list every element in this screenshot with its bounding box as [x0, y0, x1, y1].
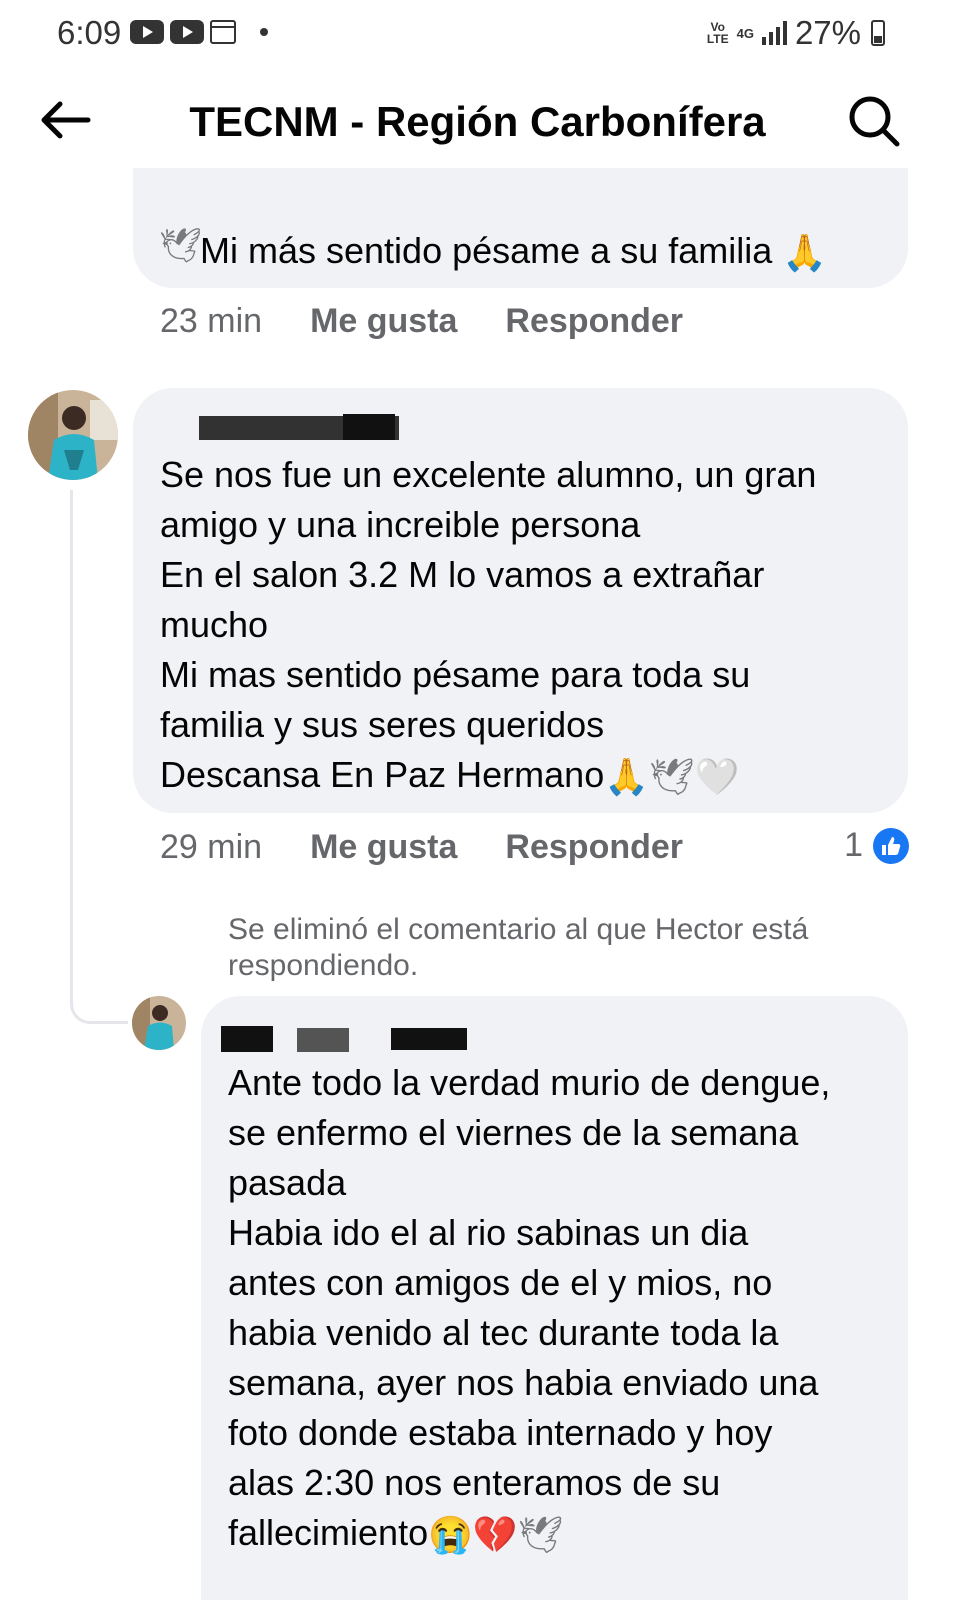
redacted-author-name [391, 1028, 467, 1050]
avatar[interactable] [28, 390, 118, 480]
praying-hands-icon: 🙏 [604, 756, 650, 798]
more-notifications-dot [260, 28, 268, 36]
praying-hands-icon: 🙏 [782, 232, 828, 274]
page-title: TECNM - Región Carbonífera [189, 98, 766, 145]
comment-bubble: Se nos fue un excelente alumno, un gran … [133, 388, 908, 813]
redacted-author-name [297, 1028, 349, 1052]
app-header-overlay: TECNM - Región Carbonífera [0, 80, 955, 160]
volte-icon: Vo LTE [706, 20, 729, 46]
comment-actions: 23 min Me gusta Responder [160, 302, 683, 341]
reply-bubble: Ante todo la verdad murio de dengue, se … [201, 996, 908, 1600]
search-icon [849, 96, 900, 147]
signal-icon [761, 21, 787, 45]
calendar-icon [210, 20, 236, 44]
comment-time: 23 min [160, 302, 263, 340]
battery-icon [871, 20, 885, 46]
like-count-number: 1 [844, 826, 863, 864]
comment-actions: 29 min Me gusta Responder [160, 828, 683, 867]
reply-button[interactable]: Responder [505, 302, 683, 341]
redacted-author-name [343, 414, 395, 440]
status-bar: 6:09 Vo LTE 4G 27% [0, 0, 955, 72]
network-type: 4G [736, 25, 754, 41]
comment-time: 29 min [160, 828, 263, 866]
youtube-icon [130, 20, 164, 44]
broken-heart-icon: 💔 [472, 1514, 518, 1556]
system-icons: Vo LTE 4G 27% [707, 14, 885, 52]
white-heart-icon: 🤍 [694, 756, 740, 798]
battery-percent: 27% [794, 14, 861, 51]
thread-line [70, 490, 128, 1024]
avatar[interactable] [132, 996, 186, 1050]
deleted-comment-notice: Se eliminó el comentario al que Hector e… [228, 913, 809, 982]
like-button[interactable]: Me gusta [310, 828, 457, 867]
like-button[interactable]: Me gusta [310, 302, 457, 341]
crying-face-icon: 😭 [428, 1514, 473, 1556]
thumbs-up-icon [873, 827, 909, 864]
reply-button[interactable]: Responder [505, 828, 683, 867]
comment-text: Se nos fue un excelente alumno, un gran … [160, 450, 890, 802]
dove-icon: 🕊 [159, 227, 203, 265]
search-button[interactable] [847, 94, 901, 148]
dove-icon: 🕊 [517, 1514, 564, 1556]
reaction-count[interactable]: 1 [844, 826, 909, 865]
reply-text: Ante todo la verdad murio de dengue, se … [228, 1058, 898, 1560]
status-time: 6:09 [57, 14, 122, 51]
youtube-icon [170, 20, 204, 44]
redacted-author-name [221, 1026, 273, 1052]
notification-icons [130, 20, 268, 44]
dove-icon: 🕊 [649, 756, 695, 798]
